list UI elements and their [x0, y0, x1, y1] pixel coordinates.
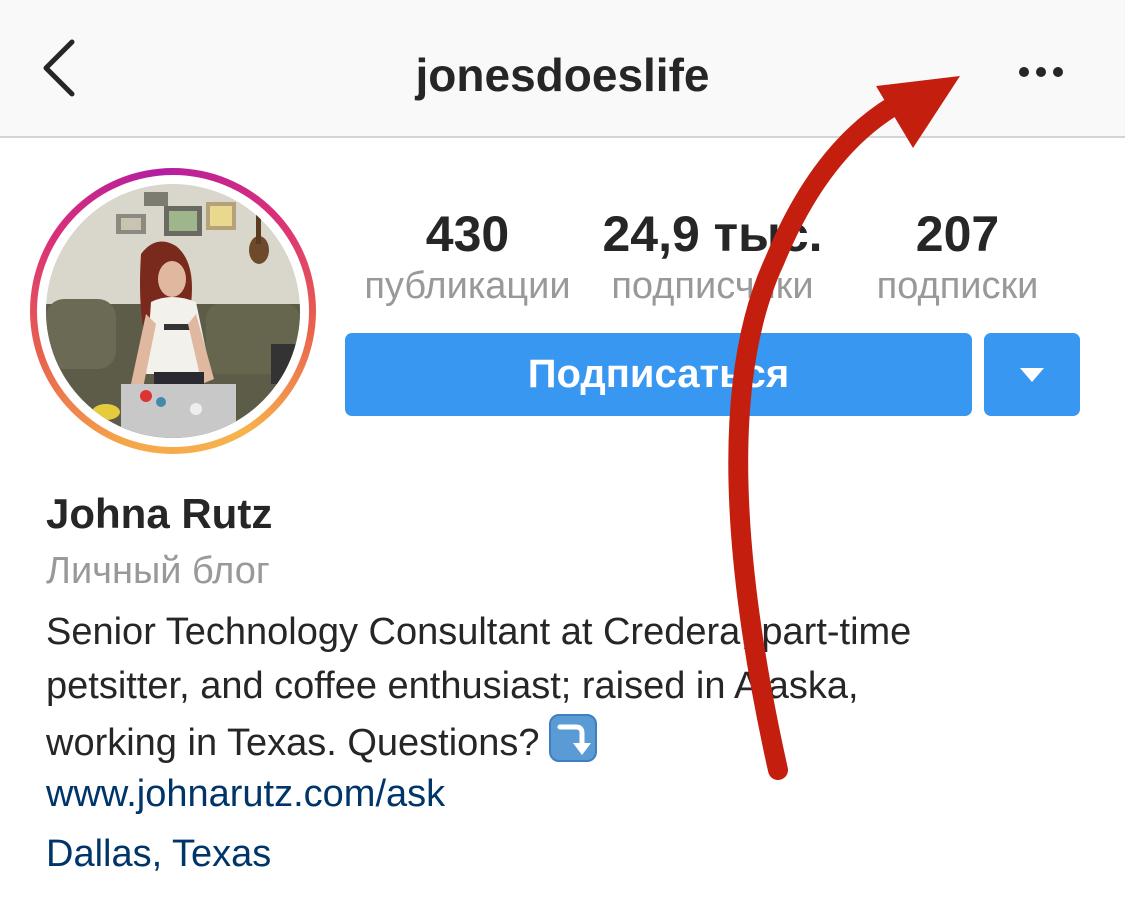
profile-username-title: jonesdoeslife	[415, 49, 710, 101]
stat-posts-label: публикации	[364, 265, 571, 307]
stat-followers-label: подписчики	[611, 265, 814, 307]
stat-following-label: подписки	[876, 265, 1039, 307]
more-options-button[interactable]	[1005, 45, 1080, 100]
triangle-down-icon	[1020, 368, 1044, 382]
avatar	[46, 184, 300, 438]
avatar-story-ring[interactable]	[30, 168, 316, 454]
stat-following[interactable]: 207 подписки	[860, 205, 1055, 309]
stat-following-count: 207	[915, 206, 1000, 262]
bio-line-text: working in Texas. Questions?	[46, 722, 540, 764]
stat-followers-count: 24,9 тыс.	[602, 206, 823, 262]
bio-line: working in Texas. Questions?	[46, 713, 1086, 778]
profile-full-name: Johna Rutz	[46, 490, 273, 537]
stat-posts-count: 430	[425, 206, 510, 262]
stat-followers[interactable]: 24,9 тыс. подписчики	[590, 205, 835, 309]
profile-website-link[interactable]: www.johnarutz.com/ask	[46, 773, 445, 816]
bio-line: Senior Technology Consultant at Credera,…	[46, 611, 912, 653]
arrow-down-right-emoji-icon	[548, 713, 598, 778]
profile-photo	[46, 184, 300, 438]
more-dots-icon	[1019, 67, 1063, 77]
profile-bio: Senior Technology Consultant at Credera,…	[46, 605, 1086, 778]
bio-line: petsitter, and coffee enthusiast; raised…	[46, 665, 859, 707]
stat-posts: 430 публикации	[355, 205, 580, 309]
profile-category: Личный блог	[46, 550, 270, 592]
profile-location-link[interactable]: Dallas, Texas	[46, 833, 271, 876]
suggested-accounts-dropdown-button[interactable]	[984, 333, 1080, 416]
follow-button[interactable]: Подписаться	[345, 333, 972, 416]
top-navigation-bar: jonesdoeslife	[0, 0, 1125, 138]
